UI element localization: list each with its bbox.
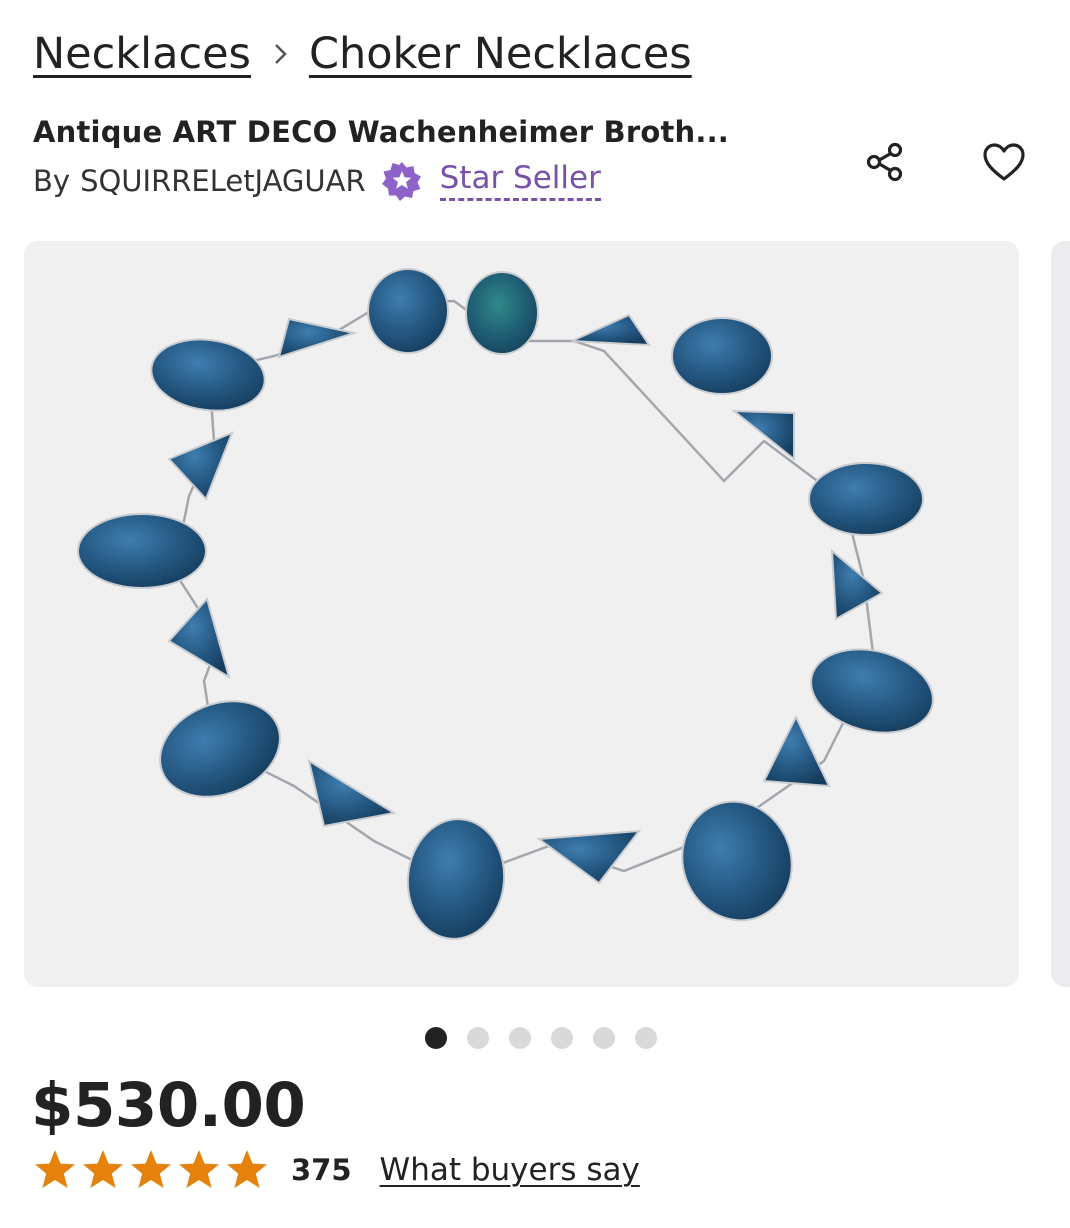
carousel-dots <box>425 1027 657 1049</box>
listing-title: Antique ART DECO Wachenheimer Broth... <box>33 115 730 149</box>
review-count: 375 <box>291 1153 352 1187</box>
star-icon <box>35 1150 75 1188</box>
carousel-dot[interactable] <box>509 1027 531 1049</box>
what-buyers-say-link[interactable]: What buyers say <box>380 1152 640 1188</box>
star-icon <box>83 1150 123 1188</box>
star-seller-badge-icon <box>381 161 422 201</box>
star-icon <box>227 1150 267 1188</box>
carousel-dot[interactable] <box>425 1027 447 1049</box>
chevron-right-icon <box>273 41 289 67</box>
next-image-peek[interactable] <box>1051 241 1070 987</box>
rating-row[interactable]: 375 What buyers say <box>33 1148 640 1192</box>
seller-name[interactable]: SQUIRRELetJAGUAR <box>80 164 366 198</box>
breadcrumb-choker-necklaces[interactable]: Choker Necklaces <box>309 26 692 82</box>
listing-page: Necklaces Choker Necklaces Antique ART D… <box>0 0 1070 1228</box>
star-seller-link[interactable]: Star Seller <box>439 160 601 201</box>
carousel-dot[interactable] <box>635 1027 657 1049</box>
necklace-photo <box>24 241 1019 987</box>
favorite-button[interactable] <box>974 132 1034 192</box>
star-icon <box>131 1150 171 1188</box>
breadcrumb-necklaces[interactable]: Necklaces <box>33 26 251 82</box>
carousel-dot[interactable] <box>593 1027 615 1049</box>
seller-line: By SQUIRRELetJAGUAR Star Seller <box>33 160 601 201</box>
heart-icon <box>983 143 1025 181</box>
star-icon <box>179 1150 219 1188</box>
listing-price: $530.00 <box>31 1070 306 1141</box>
rating-stars <box>33 1148 269 1192</box>
breadcrumb: Necklaces Choker Necklaces <box>33 26 692 82</box>
carousel-dot[interactable] <box>467 1027 489 1049</box>
carousel-dot[interactable] <box>551 1027 573 1049</box>
by-label: By <box>33 163 71 198</box>
listing-image[interactable] <box>24 241 1019 987</box>
share-icon <box>866 142 903 182</box>
share-button[interactable] <box>855 132 915 192</box>
